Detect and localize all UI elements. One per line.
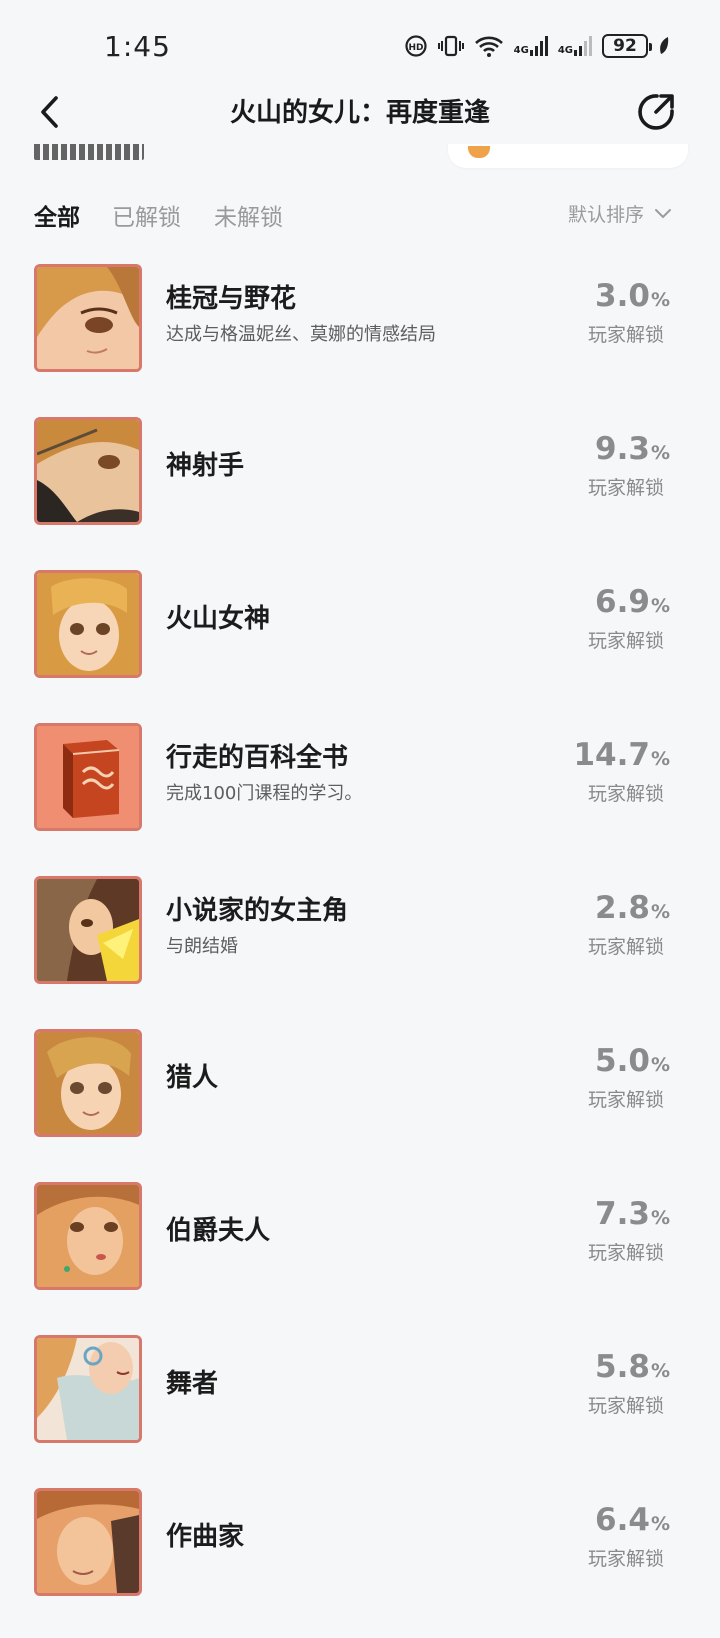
percent-sign: % <box>650 901 670 923</box>
achievement-title: 舞者 <box>166 1369 219 1399</box>
percent-sign: % <box>650 595 670 617</box>
sort-label: 默认排序 <box>567 204 644 226</box>
percentage-value: 6.4 <box>595 1502 650 1538</box>
percent-sign: % <box>650 1207 670 1229</box>
achievement-title: 猎人 <box>166 1063 219 1093</box>
unlock-percentage: 14.7% <box>573 737 670 773</box>
signal-icon: 4G <box>514 36 548 56</box>
percent-sign: % <box>650 289 670 311</box>
portrait-countess-icon <box>34 1182 142 1290</box>
data-saver-icon: HD <box>404 34 428 58</box>
list-item[interactable]: 舞者 5.8% 玩家解锁 <box>0 1329 720 1485</box>
summary-text-fragment <box>34 144 144 160</box>
battery-level: 92 <box>613 36 637 56</box>
signal-icon-2: 4G <box>558 36 592 56</box>
unlock-label: 玩家解锁 <box>587 783 664 805</box>
network-type-label-2: 4G <box>557 45 573 56</box>
achievement-description: 与朗结婚 <box>166 936 238 957</box>
achievement-title: 作曲家 <box>166 1522 245 1552</box>
unlock-percentage: 5.0% <box>595 1043 670 1079</box>
list-item[interactable]: 作曲家 6.4% 玩家解锁 <box>0 1482 720 1638</box>
share-button[interactable] <box>632 88 680 136</box>
tab-locked[interactable]: 未解锁 <box>214 198 283 232</box>
percentage-value: 6.9 <box>595 584 650 620</box>
percentage-value: 2.8 <box>595 890 650 926</box>
network-type-label: 4G <box>513 45 529 56</box>
achievement-title: 桂冠与野花 <box>166 284 297 314</box>
percent-sign: % <box>650 1054 670 1076</box>
battery-icon: 92 <box>602 34 652 58</box>
leaf-icon <box>658 36 670 56</box>
unlock-label: 玩家解锁 <box>587 324 664 346</box>
list-item[interactable]: 桂冠与野花 达成与格温妮丝、莫娜的情感结局 3.0% 玩家解锁 <box>0 258 720 414</box>
unlock-label: 玩家解锁 <box>587 477 664 499</box>
achievement-title: 神射手 <box>166 451 245 481</box>
portrait-dancer-icon <box>34 1335 142 1443</box>
list-item[interactable]: 行走的百科全书 完成100门课程的学习。 14.7% 玩家解锁 <box>0 717 720 873</box>
unlock-percentage: 5.8% <box>595 1349 670 1385</box>
list-item[interactable]: 小说家的女主角 与朗结婚 2.8% 玩家解锁 <box>0 870 720 1026</box>
percentage-value: 9.3 <box>595 431 650 467</box>
share-icon <box>638 94 674 130</box>
wifi-icon <box>474 34 504 58</box>
percentage-value: 5.0 <box>595 1043 650 1079</box>
portrait-volcano-goddess-icon <box>34 570 142 678</box>
list-item[interactable]: 伯爵夫人 7.3% 玩家解锁 <box>0 1176 720 1332</box>
percent-sign: % <box>650 442 670 464</box>
percent-sign: % <box>650 1513 670 1535</box>
scrolled-summary-strip <box>0 144 720 178</box>
header-bar: 火山的女儿：再度重逢 <box>0 80 720 144</box>
percent-sign: % <box>650 748 670 770</box>
percentage-value: 14.7 <box>573 737 650 773</box>
filter-tabs: 全部 已解锁 未解锁 默认排序 <box>0 192 720 236</box>
portrait-novelist-icon <box>34 876 142 984</box>
achievement-description: 达成与格温妮丝、莫娜的情感结局 <box>166 324 436 345</box>
percentage-value: 7.3 <box>595 1196 650 1232</box>
unlock-percentage: 2.8% <box>595 890 670 926</box>
achievement-description: 完成100门课程的学习。 <box>166 783 363 804</box>
summary-card-fragment <box>448 144 688 168</box>
unlock-label: 玩家解锁 <box>587 1395 664 1417</box>
book-icon <box>34 723 142 831</box>
unlock-label: 玩家解锁 <box>587 936 664 958</box>
status-icons: HD 4G 4G 92 <box>404 34 670 58</box>
achievement-title: 火山女神 <box>166 604 271 634</box>
portrait-laurel-icon <box>34 264 142 372</box>
achievement-title: 小说家的女主角 <box>166 896 349 926</box>
list-item[interactable]: 神射手 9.3% 玩家解锁 <box>0 411 720 567</box>
achievement-title: 伯爵夫人 <box>166 1216 271 1246</box>
unlock-percentage: 3.0% <box>595 278 670 314</box>
tab-unlocked[interactable]: 已解锁 <box>112 198 181 232</box>
status-bar: 1:45 HD 4G 4G 92 <box>0 0 720 90</box>
tab-all[interactable]: 全部 <box>34 198 80 232</box>
page-title: 火山的女儿：再度重逢 <box>229 98 490 128</box>
portrait-hunter-icon <box>34 1029 142 1137</box>
unlock-percentage: 6.9% <box>595 584 670 620</box>
svg-text:HD: HD <box>408 43 423 53</box>
chevron-down-icon <box>655 208 671 218</box>
portrait-composer-icon <box>34 1488 142 1596</box>
list-item[interactable]: 火山女神 6.9% 玩家解锁 <box>0 564 720 720</box>
status-time: 1:45 <box>104 30 171 63</box>
percent-sign: % <box>650 1360 670 1382</box>
vibrate-icon <box>437 34 464 58</box>
percentage-value: 3.0 <box>595 278 650 314</box>
list-item[interactable]: 猎人 5.0% 玩家解锁 <box>0 1023 720 1179</box>
sort-dropdown[interactable]: 默认排序 <box>568 200 672 227</box>
unlock-percentage: 9.3% <box>595 431 670 467</box>
unlock-percentage: 6.4% <box>595 1502 670 1538</box>
unlock-label: 玩家解锁 <box>587 1242 664 1264</box>
unlock-percentage: 7.3% <box>595 1196 670 1232</box>
unlock-label: 玩家解锁 <box>587 1548 664 1570</box>
percentage-value: 5.8 <box>595 1349 650 1385</box>
achievement-title: 行走的百科全书 <box>166 743 349 773</box>
portrait-sharpshooter-icon <box>34 417 142 525</box>
unlock-label: 玩家解锁 <box>587 630 664 652</box>
unlock-label: 玩家解锁 <box>587 1089 664 1111</box>
